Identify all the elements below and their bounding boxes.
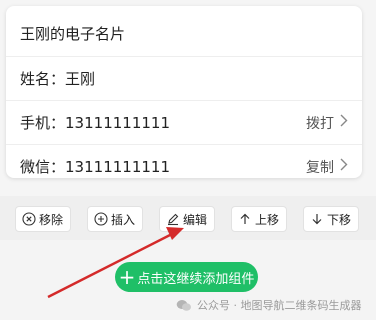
move-up-button[interactable]: 上移: [231, 206, 288, 232]
dial-label: 拨打: [306, 115, 334, 132]
move-down-label: 下移: [327, 212, 352, 227]
add-component-button[interactable]: + 点击这继续添加组件: [115, 262, 258, 292]
name-value: 王刚: [65, 69, 96, 88]
remove-button[interactable]: 移除: [15, 206, 72, 232]
wechat-label: 微信：: [20, 157, 66, 176]
card-title: 王刚的电子名片: [20, 25, 126, 43]
wechat-official-account-icon: [176, 299, 192, 312]
name-label: 姓名：: [20, 69, 66, 88]
watermark-text: 公众号 · 地图导航二维条码生成器: [197, 299, 362, 312]
phone-value: 13111111111: [65, 113, 170, 132]
canvas-bottom: + 点击这继续添加组件 公众号 · 地图导航二维条码生成器: [0, 240, 376, 320]
insert-button[interactable]: 插入: [87, 206, 144, 232]
edit-button[interactable]: 编辑: [159, 206, 216, 232]
preview-area: 王刚的电子名片 姓名： 王刚 手机： 13111111111 拨打 微信： 13…: [0, 0, 376, 196]
copy-button[interactable]: 复制: [306, 157, 348, 177]
business-card[interactable]: 王刚的电子名片 姓名： 王刚 手机： 13111111111 拨打 微信： 13…: [6, 6, 362, 178]
close-circle-icon: [22, 212, 36, 226]
wechat-row: 微信： 13111111111 复制: [6, 144, 362, 178]
chevron-right-icon: [340, 114, 348, 131]
phone-label: 手机：: [20, 113, 66, 132]
chevron-right-icon: [340, 158, 348, 175]
remove-label: 移除: [39, 212, 64, 227]
add-component-label: 点击这继续添加组件: [137, 271, 255, 287]
copy-label: 复制: [306, 159, 334, 176]
wechat-value: 13111111111: [65, 157, 170, 176]
edit-label: 编辑: [183, 212, 208, 227]
dial-button[interactable]: 拨打: [306, 113, 348, 133]
plus-icon: +: [118, 265, 136, 289]
watermark: 公众号 · 地图导航二维条码生成器: [176, 297, 362, 313]
move-up-label: 上移: [255, 212, 280, 227]
plus-circle-icon: [94, 212, 108, 226]
phone-row: 手机： 13111111111 拨打: [6, 100, 362, 144]
arrow-down-icon: [310, 212, 324, 226]
pencil-icon: [166, 212, 180, 226]
move-down-button[interactable]: 下移: [303, 206, 360, 232]
name-row: 姓名： 王刚: [6, 56, 362, 100]
component-toolbar: 移除 插入 编辑 上移 下移: [0, 196, 376, 240]
insert-label: 插入: [111, 212, 136, 227]
arrow-up-icon: [238, 212, 252, 226]
